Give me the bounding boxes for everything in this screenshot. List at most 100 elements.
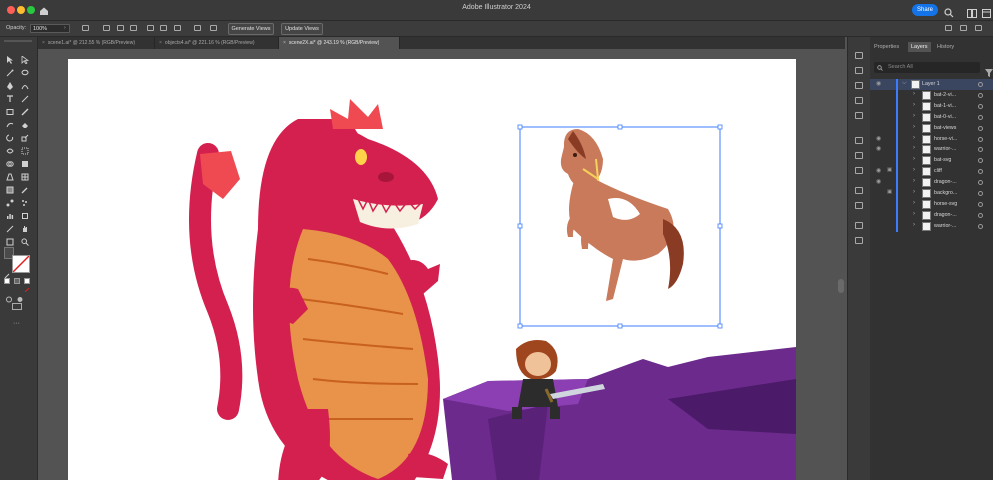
chevron-right-icon[interactable]: › [913,222,915,228]
layer-row-top[interactable]: ◉ ⌵ Layer 1 [870,79,993,90]
tab-scene1[interactable]: × scene1.ai* @ 212.55 % (RGB/Preview) [38,37,155,49]
rotate-tool-icon[interactable] [6,134,14,142]
sublayer-row[interactable]: ◉ › horse-vi... [870,133,993,145]
chevron-right-icon[interactable]: › [913,124,915,130]
target-icon[interactable] [978,147,983,153]
chevron-right-icon[interactable]: › [913,167,915,173]
eraser-tool-icon[interactable] [21,121,29,129]
mesh-tool-icon[interactable] [21,173,29,181]
target-icon[interactable] [978,223,983,229]
sublayer-row[interactable]: › horse-svg [870,198,993,210]
none-mode-icon[interactable] [24,278,30,293]
line-tool-icon[interactable] [21,95,29,103]
tab-properties[interactable]: Properties [874,44,899,50]
lasso-tool-icon[interactable] [21,69,29,77]
sublayer-row[interactable]: ◉ ▣ › cliff [870,166,993,178]
color-mode-icon[interactable] [4,278,10,284]
tab-layers[interactable]: Layers [908,42,931,52]
sublayer-row[interactable]: ◉ › warrior-... [870,144,993,156]
gradient-icon[interactable] [855,152,863,159]
align-left-icon[interactable] [103,25,110,31]
sublayer-row[interactable]: ◉ › dragon-... [870,177,993,189]
chevron-right-icon[interactable]: › [913,178,915,184]
eye-icon[interactable]: ◉ [876,178,881,185]
sublayer-row[interactable]: › bat-0-vi... [870,111,993,123]
tab-history[interactable]: History [937,44,954,50]
stroke-icon[interactable] [855,137,863,144]
align-top-icon[interactable] [147,25,154,31]
chevron-right-icon[interactable]: › [913,200,915,206]
close-tab-icon[interactable]: × [42,40,45,46]
screen-mode-icon[interactable] [12,303,22,310]
print-tiling-tool-icon[interactable] [6,238,14,246]
scale-tool-icon[interactable] [21,134,29,142]
zoom-tool-icon[interactable] [21,238,29,246]
cliff-illustration[interactable] [443,347,796,480]
sublayer-row[interactable]: ▣ › backgro... [870,188,993,199]
target-icon[interactable] [978,82,983,87]
libraries-icon[interactable] [855,52,863,59]
align-right-icon[interactable] [130,25,137,31]
draw-inside-icon[interactable] [16,290,24,302]
selection-tool-icon[interactable] [6,56,14,64]
close-tab-icon[interactable]: × [159,40,162,46]
target-icon[interactable] [978,103,983,109]
canvas-area[interactable] [38,49,846,480]
sublayer-row[interactable]: › bat-2-vi... [870,89,993,101]
share-button[interactable]: Share [912,4,938,16]
curvature-tool-icon[interactable] [21,82,29,90]
paintbrush-tool-icon[interactable] [21,108,29,116]
hand-tool-icon[interactable] [21,225,29,233]
chevron-right-icon[interactable]: › [913,102,915,108]
swap-colors-icon[interactable] [4,266,10,279]
image-trace-icon[interactable] [855,67,863,74]
horse-illustration[interactable] [560,129,684,301]
target-icon[interactable] [978,92,983,98]
chevron-right-icon[interactable]: › [913,91,915,97]
chevron-right-icon[interactable]: › [913,211,915,217]
shape-builder-tool-icon[interactable] [6,160,14,168]
links-icon[interactable] [855,237,863,244]
align-center-icon[interactable] [117,25,124,31]
control-bar-options-icon[interactable] [975,25,982,31]
eye-icon[interactable]: ◉ [876,167,881,174]
graphic-styles-icon[interactable] [855,202,863,209]
appearance-icon[interactable] [855,187,863,194]
layers-search-input[interactable]: Search All [874,62,980,73]
magic-wand-tool-icon[interactable] [6,69,14,77]
eyedropper-tool-icon[interactable] [21,186,29,194]
align-bottom-icon[interactable] [174,25,181,31]
artboard[interactable] [68,59,796,480]
align-middle-icon[interactable] [160,25,167,31]
shaper-tool-icon[interactable] [6,121,14,129]
transparency-icon[interactable] [855,167,863,174]
blend-tool-icon[interactable] [6,199,14,207]
toolbar-grip[interactable] [4,40,32,42]
sublayer-row[interactable]: › dragon-... [870,209,993,221]
edit-toolbar-icon[interactable]: ··· [13,320,20,327]
target-icon[interactable] [978,158,983,164]
chevron-right-icon[interactable]: › [913,113,915,119]
transform-icon[interactable] [194,25,201,31]
target-icon[interactable] [978,212,983,218]
generate-views-button[interactable]: Generate Views [228,23,274,35]
eye-icon[interactable]: ◉ [876,145,881,152]
rectangle-tool-icon[interactable] [6,108,14,116]
lock-icon[interactable]: ▣ [887,167,892,173]
search-icon[interactable] [944,5,954,18]
sublayer-row[interactable]: › bat-views [870,122,993,134]
arrange-icon[interactable] [945,25,952,31]
sublayer-row[interactable]: › warrior-... [870,220,993,232]
arrange-documents-icon[interactable] [967,5,977,18]
tab-objects4[interactable]: × objects4.ai* @ 221.16 % (RGB/Preview) [155,37,279,49]
type-tool-icon[interactable] [6,95,14,103]
chevron-right-icon[interactable]: › [913,156,915,162]
chevron-right-icon[interactable]: › [913,189,915,195]
artboard-tool-icon[interactable] [21,212,29,220]
chevron-right-icon[interactable]: › [913,145,915,151]
target-icon[interactable] [978,201,983,207]
target-icon[interactable] [978,114,983,120]
lock-icon[interactable]: ▣ [887,189,892,195]
chevron-down-icon[interactable]: ⌵ [902,80,907,87]
update-views-button[interactable]: Update Views [281,23,323,35]
